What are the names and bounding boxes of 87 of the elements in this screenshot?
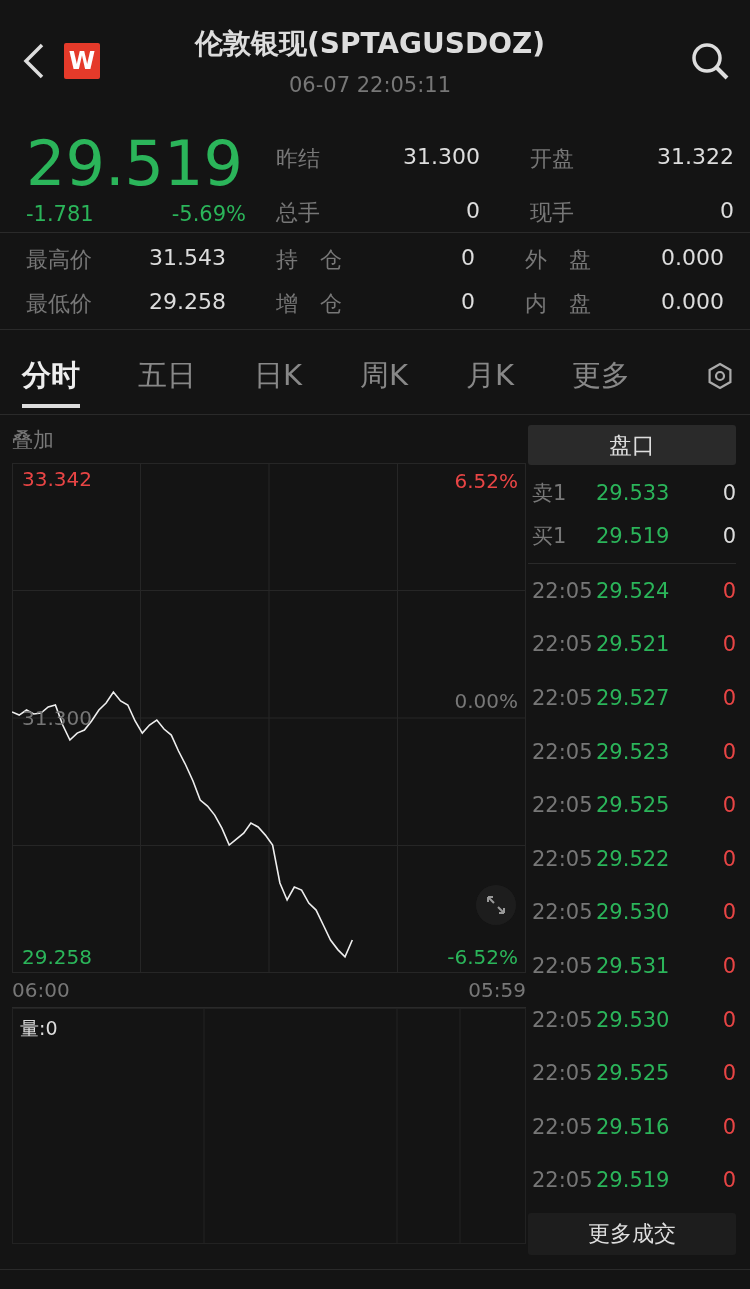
app-logo: W: [64, 43, 100, 79]
trade-price: 29.527: [596, 686, 671, 710]
stat-value: 31.300: [403, 144, 480, 170]
stat-value: 31.322: [657, 144, 734, 170]
trade-quantity: 0: [722, 1168, 736, 1193]
change-percent: -5.69%: [171, 202, 246, 226]
timestamp: 06-07 22:05:11: [289, 73, 451, 97]
stat-value: 0: [461, 289, 475, 315]
stat-value: 0: [720, 198, 734, 224]
axis-label: 05:59: [468, 978, 526, 1002]
trade-time: 22:05: [531, 1114, 594, 1139]
trade-time: 22:05: [531, 578, 594, 603]
trade-price: 29.516: [596, 1114, 671, 1139]
axis-label: 33.342: [22, 467, 92, 492]
trade-time: 22:05: [531, 846, 594, 871]
order-book-button[interactable]: 盘口: [528, 425, 736, 465]
stat-label: 增 仓: [276, 290, 342, 315]
chart-tab[interactable]: 周K: [360, 344, 409, 408]
trade-time: 22:05: [531, 1061, 594, 1086]
trade-quantity: 0: [722, 739, 736, 764]
axis-label: 06:00: [12, 978, 70, 1002]
trade-price: 29.530: [596, 1007, 671, 1032]
stat-label: 外 盘: [525, 246, 591, 271]
stat-value: 0: [466, 198, 480, 224]
trade-price: 29.525: [596, 793, 671, 818]
book-quantity: 0: [722, 523, 736, 548]
trade-price: 29.521: [596, 632, 671, 657]
stat-value: 0.000: [661, 245, 724, 271]
trade-time: 22:05: [531, 1007, 594, 1032]
trade-price: 29.519: [596, 1168, 671, 1193]
chart-tab[interactable]: 月K: [466, 344, 515, 408]
overlay-button[interactable]: 叠加: [12, 423, 526, 463]
stat-value: 0.000: [661, 289, 724, 315]
trade-time: 22:05: [531, 900, 594, 925]
stat-label: 昨结: [276, 145, 320, 170]
trade-time: 22:05: [531, 1168, 594, 1193]
trade-quantity: 0: [722, 686, 736, 710]
trade-price: 29.531: [596, 953, 671, 978]
price-change: -1.781: [26, 202, 94, 226]
search-icon[interactable]: [690, 41, 730, 81]
chart-tab[interactable]: 日K: [254, 344, 303, 408]
trade-time: 22:05: [531, 793, 594, 818]
volume-label: 量:0: [20, 1016, 58, 1041]
trade-quantity: 0: [722, 900, 736, 925]
axis-label: 6.52%: [454, 469, 518, 493]
stat-label: 开盘: [530, 145, 574, 170]
trade-quantity: 0: [722, 846, 736, 871]
trade-time: 22:05: [531, 953, 594, 978]
axis-label: -6.52%: [447, 945, 518, 969]
stat-label: 内 盘: [525, 290, 591, 315]
more-trades-button[interactable]: 更多成交: [528, 1213, 736, 1256]
axis-label: 29.258: [22, 944, 92, 969]
trade-quantity: 0: [722, 1007, 736, 1032]
stat-value: 29.258: [149, 289, 226, 315]
stat-label: 持 仓: [276, 246, 342, 271]
book-price: 29.519: [596, 523, 671, 548]
trade-quantity: 0: [722, 793, 736, 818]
trade-quantity: 0: [722, 1061, 736, 1086]
trade-price: 29.524: [596, 578, 671, 603]
chart-tab[interactable]: 五日: [138, 344, 196, 408]
stat-label: 最低价: [26, 290, 92, 315]
chart-tab[interactable]: 更多: [572, 344, 631, 408]
trade-price: 29.523: [596, 739, 671, 764]
chart-tab[interactable]: 分时: [22, 344, 80, 408]
trade-price: 29.522: [596, 846, 671, 871]
trade-quantity: 0: [722, 632, 736, 657]
stat-label: 现手: [530, 199, 574, 224]
trade-time: 22:05: [531, 739, 594, 764]
settings-icon[interactable]: [706, 362, 734, 390]
trade-price: 29.530: [596, 900, 671, 925]
trade-quantity: 0: [722, 953, 736, 978]
trade-time: 22:05: [531, 686, 594, 710]
trade-quantity: 0: [722, 578, 736, 603]
stat-value: 31.543: [149, 245, 226, 271]
book-label: 卖1: [531, 479, 568, 507]
stat-label: 总手: [276, 199, 320, 224]
book-price: 29.533: [596, 480, 671, 505]
window-title: 伦敦银现(SPTAGUSDOZ): [194, 26, 546, 62]
trade-time: 22:05: [531, 632, 594, 657]
trade-quantity: 0: [722, 1114, 736, 1139]
last-price: 29.519: [26, 132, 244, 196]
book-quantity: 0: [722, 480, 736, 505]
stat-value: 0: [461, 245, 475, 271]
book-label: 买1: [531, 522, 568, 550]
stat-label: 最高价: [26, 246, 92, 271]
trade-price: 29.525: [596, 1061, 671, 1086]
axis-label: 0.00%: [454, 689, 518, 713]
